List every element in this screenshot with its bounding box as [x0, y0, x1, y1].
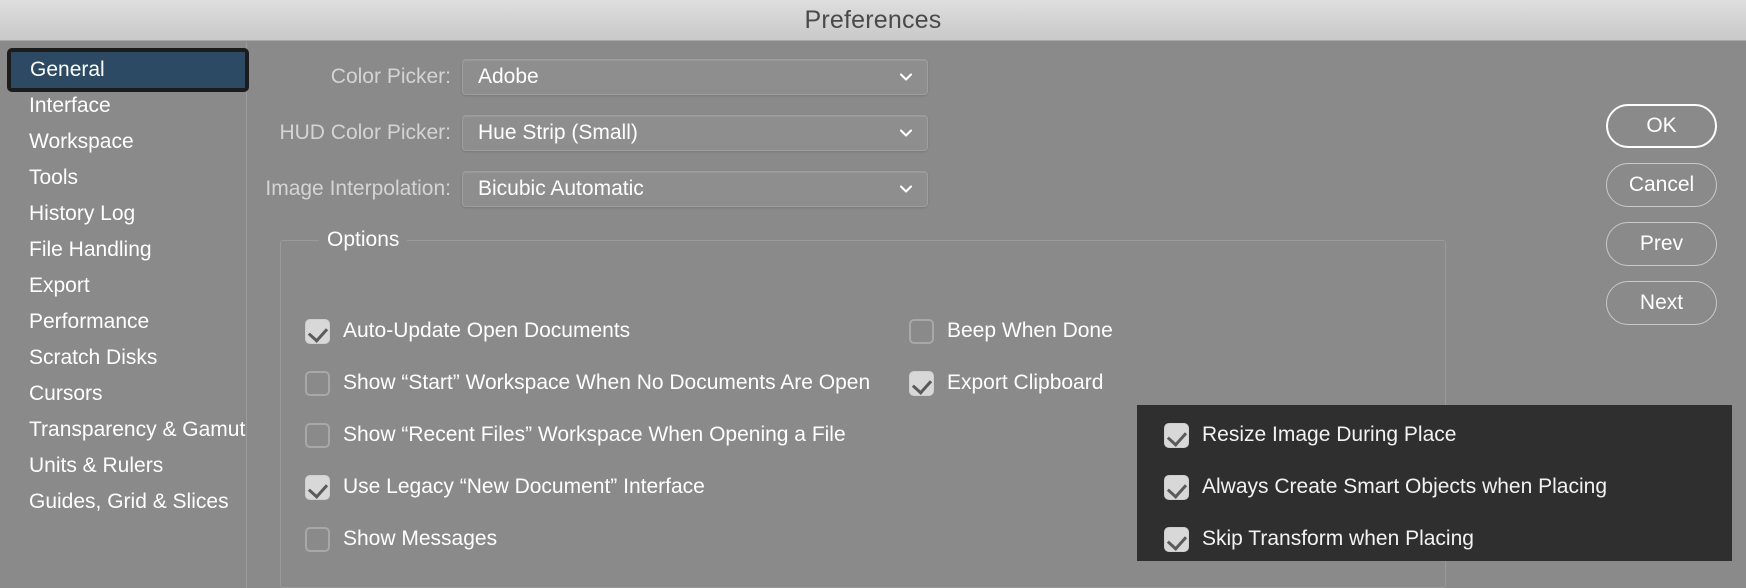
checkbox-label: Beep When Done	[947, 319, 1113, 342]
checkbox-checked-icon[interactable]	[305, 318, 330, 344]
checkbox-row[interactable]: Show “Recent Files” Workspace When Openi…	[305, 420, 846, 450]
sidebar-item-label: Workspace	[29, 130, 134, 153]
sidebar-item-cursors[interactable]: Cursors	[10, 376, 246, 412]
sidebar-item-label: Tools	[29, 166, 79, 189]
sidebar-item-transparency-gamut[interactable]: Transparency & Gamut	[10, 412, 246, 448]
window-title: Preferences	[804, 5, 942, 34]
checkbox-row[interactable]: Auto-Update Open Documents	[305, 316, 630, 346]
next-button[interactable]: Next	[1606, 281, 1717, 325]
checkbox-label: Show Messages	[343, 527, 498, 550]
prev-button[interactable]: Prev	[1606, 222, 1717, 266]
dropdown-selected-value: Hue Strip (Small)	[478, 121, 638, 144]
checkbox-unchecked-icon[interactable]	[909, 318, 934, 344]
checkbox-row[interactable]: Show Messages	[305, 524, 497, 554]
chevron-down-icon	[898, 181, 914, 197]
button-label: OK	[1646, 114, 1677, 137]
field-row: HUD Color Picker: Hue Strip (Small)	[248, 115, 928, 151]
checkbox-row[interactable]: Always Create Smart Objects when Placing	[1164, 472, 1607, 502]
checkbox-label: Auto-Update Open Documents	[343, 319, 631, 342]
checkbox-row[interactable]: Show “Start” Workspace When No Documents…	[305, 368, 870, 398]
options-group-legend: Options	[319, 228, 408, 252]
sidebar-item-label: General	[30, 58, 105, 81]
field-label: HUD Color Picker:	[279, 121, 451, 144]
checkbox-label: Resize Image During Place	[1202, 423, 1457, 446]
sidebar-item-label: Interface	[29, 94, 111, 117]
sidebar-item-guides-grid-slices[interactable]: Guides, Grid & Slices	[10, 484, 246, 520]
checkbox-label: Export Clipboard	[947, 371, 1104, 394]
sidebar-item-label: History Log	[29, 202, 136, 225]
checkbox-unchecked-icon[interactable]	[305, 422, 330, 448]
dropdown-selected-value: Adobe	[478, 65, 539, 88]
checkbox-label: Show “Start” Workspace When No Documents…	[343, 371, 871, 394]
checkbox-checked-icon[interactable]	[909, 370, 934, 396]
cancel-button[interactable]: Cancel	[1606, 163, 1717, 207]
sidebar-item-tools[interactable]: Tools	[10, 160, 246, 196]
checkbox-row[interactable]: Use Legacy “New Document” Interface	[305, 472, 705, 502]
checkbox-row[interactable]: Export Clipboard	[909, 368, 1103, 398]
placing-options-popup[interactable]: Resize Image During Place Always Create S…	[1137, 405, 1732, 561]
checkbox-row[interactable]: Resize Image During Place	[1164, 420, 1456, 450]
sidebar-item-history-log[interactable]: History Log	[10, 196, 246, 232]
sidebar-item-label: Scratch Disks	[29, 346, 158, 369]
preferences-dialog: Preferences General Interface Workspace Too…	[0, 0, 1746, 588]
checkbox-checked-icon[interactable]	[1164, 422, 1189, 448]
sidebar-item-units-rulers[interactable]: Units & Rulers	[10, 448, 246, 484]
sidebar-item-label: Guides, Grid & Slices	[29, 490, 229, 513]
sidebar-item-interface[interactable]: Interface	[10, 88, 246, 124]
checkbox-row[interactable]: Skip Transform when Placing	[1164, 524, 1474, 554]
checkbox-checked-icon[interactable]	[1164, 474, 1189, 500]
checkbox-label: Always Create Smart Objects when Placing	[1202, 475, 1607, 498]
checkbox-label: Use Legacy “New Document” Interface	[343, 475, 705, 498]
sidebar-item-performance[interactable]: Performance	[10, 304, 246, 340]
checkbox-row[interactable]: Beep When Done	[909, 316, 1113, 346]
sidebar-item-label: Performance	[29, 310, 150, 333]
window-titlebar: Preferences	[0, 0, 1746, 41]
sidebar-item-label: Units & Rulers	[29, 454, 164, 477]
sidebar-item-file-handling[interactable]: File Handling	[10, 232, 246, 268]
chevron-down-icon	[898, 69, 914, 85]
field-label: Image Interpolation:	[265, 177, 451, 200]
chevron-down-icon	[898, 125, 914, 141]
sidebar-item-label: Export	[29, 274, 90, 297]
checkbox-label: Skip Transform when Placing	[1202, 527, 1474, 550]
dropdown-1[interactable]: Hue Strip (Small)	[462, 115, 928, 151]
dropdown-selected-value: Bicubic Automatic	[478, 177, 644, 200]
sidebar-item-export[interactable]: Export	[10, 268, 246, 304]
sidebar-item-label: File Handling	[29, 238, 152, 261]
field-label: Color Picker:	[330, 65, 451, 88]
checkbox-checked-icon[interactable]	[1164, 526, 1189, 552]
preferences-general-panel: Color Picker: Adobe HUD Color Picker: Hue S…	[248, 42, 1746, 588]
field-row: Color Picker: Adobe	[248, 59, 928, 95]
preferences-category-list[interactable]: General Interface Workspace Tools History Lo…	[7, 42, 249, 588]
ok-button[interactable]: OK	[1606, 104, 1717, 148]
checkbox-checked-icon[interactable]	[305, 474, 330, 500]
sidebar-item-scratch-disks[interactable]: Scratch Disks	[10, 340, 246, 376]
checkbox-unchecked-icon[interactable]	[305, 526, 330, 552]
dialog-action-buttons: OK Cancel Prev Next	[1606, 104, 1717, 325]
sidebar-item-workspace[interactable]: Workspace	[10, 124, 246, 160]
checkbox-label: Show “Recent Files” Workspace When Openi…	[343, 423, 846, 446]
checkbox-unchecked-icon[interactable]	[305, 370, 330, 396]
button-label: Cancel	[1628, 173, 1695, 196]
sidebar-item-general[interactable]: General	[7, 48, 249, 92]
sidebar-item-label: Transparency & Gamut	[29, 418, 246, 441]
dropdown-2[interactable]: Bicubic Automatic	[462, 171, 928, 207]
sidebar-item-label: Cursors	[29, 382, 103, 405]
field-row: Image Interpolation: Bicubic Automatic	[248, 171, 928, 207]
button-label: Next	[1639, 291, 1684, 314]
button-label: Prev	[1639, 232, 1684, 255]
dropdown-0[interactable]: Adobe	[462, 59, 928, 95]
